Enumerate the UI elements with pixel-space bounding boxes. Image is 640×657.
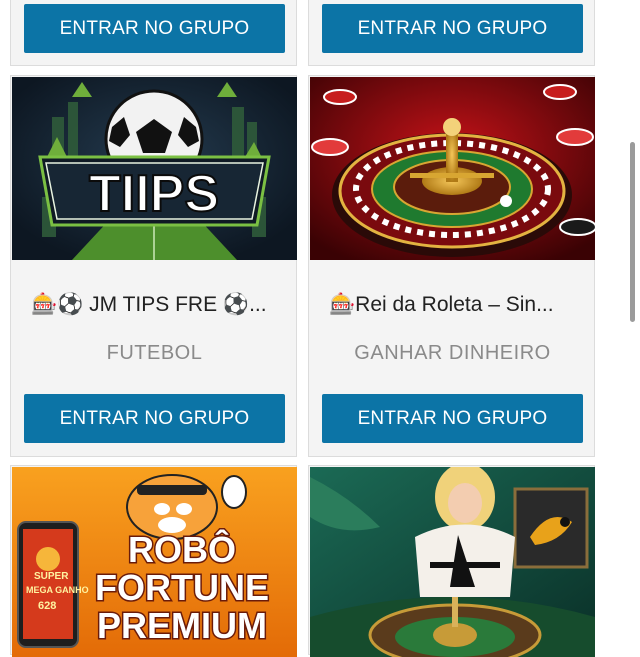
group-card-casino-dealer[interactable] [308, 465, 595, 657]
page-scrollbar[interactable] [630, 142, 635, 322]
group-title[interactable]: 🎰Rei da Roleta – Sin... [329, 288, 579, 322]
group-card-top-left: ENTRAR NO GRUPO [10, 0, 297, 66]
join-group-button[interactable]: ENTRAR NO GRUPO [24, 4, 285, 53]
group-thumbnail-fortune[interactable]: SUPER MEGA GANHO 628 ROBÔ FORTUNE PREMIU… [12, 467, 297, 657]
join-group-button[interactable]: ENTRAR NO GRUPO [24, 394, 285, 443]
fortune-text-robo: ROBÔ [128, 528, 236, 570]
join-group-button[interactable]: ENTRAR NO GRUPO [322, 394, 583, 443]
fortune-text-fortune: FORTUNE [95, 567, 269, 608]
join-group-button[interactable]: ENTRAR NO GRUPO [322, 4, 583, 53]
robo-fortune-image: SUPER MEGA GANHO 628 ROBÔ FORTUNE PREMIU… [12, 467, 297, 657]
group-thumbnail-tips[interactable]: TIIPS [12, 77, 297, 260]
tips-logo-text: TIIPS [89, 165, 219, 223]
group-card-fortune[interactable]: SUPER MEGA GANHO 628 ROBÔ FORTUNE PREMIU… [10, 465, 297, 657]
phone-text-mega: MEGA GANHO [26, 585, 89, 595]
group-thumbnail-roulette[interactable] [310, 77, 595, 260]
group-title[interactable]: 🎰⚽ JM TIPS FRE ⚽... [31, 288, 281, 322]
roulette-wheel-image [310, 77, 595, 260]
tips-logo-image: TIIPS [12, 77, 297, 260]
group-card-top-right: ENTRAR NO GRUPO [308, 0, 595, 66]
group-card-tips[interactable]: TIIPS 🎰⚽ JM TIPS FRE ⚽... FUTEBOL ENTRAR… [10, 75, 297, 457]
phone-text-super: SUPER [34, 571, 69, 582]
group-thumbnail-casino[interactable] [310, 467, 595, 657]
group-category[interactable]: GANHAR DINHEIRO [309, 342, 596, 365]
group-card-roulette[interactable]: 🎰Rei da Roleta – Sin... GANHAR DINHEIRO … [308, 75, 595, 457]
casino-dealer-image [310, 467, 595, 657]
phone-text-amount: 628 [38, 600, 56, 612]
group-category[interactable]: FUTEBOL [11, 342, 298, 365]
